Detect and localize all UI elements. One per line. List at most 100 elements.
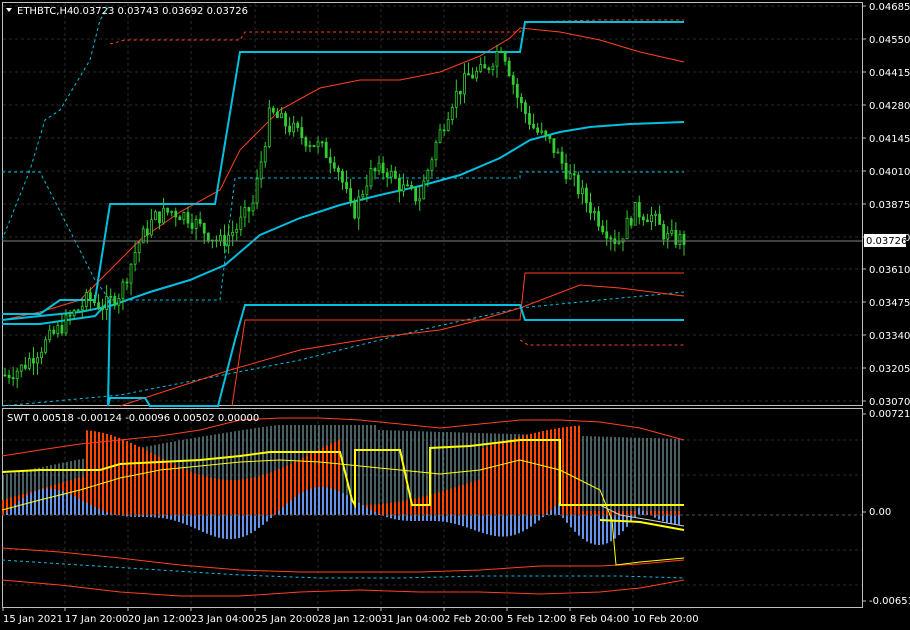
symbol-header[interactable]: ETHBTC,H4 0.03723 0.03743 0.03692 0.0372… (6, 6, 248, 17)
candle-body (64, 314, 68, 334)
candle-body (650, 214, 653, 223)
candle-body (532, 123, 535, 129)
candle-body (206, 232, 210, 242)
candle-body (23, 364, 27, 369)
candle-body (646, 219, 649, 223)
candle-body (357, 196, 361, 219)
candle-body (503, 51, 507, 62)
candle-body (11, 377, 15, 380)
symbol-label: ETHBTC,H4 (17, 6, 73, 17)
candle-body (487, 67, 491, 70)
candle-body (597, 211, 601, 227)
candle-body (219, 235, 222, 242)
indicator-axis: 0.00721 0.00 -0.00651 (862, 409, 910, 607)
candle-body (560, 151, 564, 164)
candle-body (430, 159, 434, 171)
candle-body (178, 216, 182, 221)
candle-body (519, 96, 523, 104)
candle-body (373, 168, 377, 172)
time-tick-label: 25 Jan 20:00 (255, 614, 318, 625)
candle-body (641, 216, 645, 221)
candle-body (511, 75, 515, 85)
candle-body (243, 207, 247, 218)
candle-body (662, 224, 666, 240)
candle-body (202, 223, 206, 234)
candle-body (434, 141, 438, 161)
time-tick-label: 2 Feb 20:00 (444, 614, 503, 625)
candle-body (56, 324, 60, 334)
candle-body (271, 107, 275, 113)
time-tick-label: 17 Jan 20:00 (65, 614, 128, 625)
candle-body (19, 364, 23, 372)
candle-body (276, 111, 279, 119)
candle-body (446, 119, 450, 131)
price-tick-label: 0.04550 (869, 35, 910, 46)
candle-body (3, 374, 7, 377)
candle-body (601, 225, 605, 233)
candle-body (80, 305, 84, 311)
indicator-label: SWT 0.00518 -0.00124 -0.00096 0.00502 0.… (7, 413, 259, 424)
candle-body (93, 299, 96, 304)
candle-body (593, 211, 596, 214)
time-tick-label: 10 Feb 20:00 (633, 614, 699, 625)
trading-chart[interactable]: ETHBTC,H4 0.03723 0.03743 0.03692 0.0372… (0, 0, 910, 630)
price-tick-label: 0.03340 (869, 331, 910, 342)
candle-body (491, 65, 495, 70)
candle-body (332, 162, 336, 169)
candle-body (633, 202, 637, 226)
candle-body (385, 172, 389, 178)
candle-body (471, 74, 474, 79)
candle-body (288, 125, 292, 133)
candle-body (109, 295, 113, 298)
time-tick-label: 5 Feb 12:00 (507, 614, 566, 625)
price-tick-label: 0.04685 (869, 2, 910, 13)
current-price-marker: 0.03726 (864, 234, 907, 247)
candle-body (609, 237, 613, 240)
candle-body (162, 207, 165, 224)
candle-body (7, 374, 11, 379)
candle-body (483, 64, 487, 69)
candle-body (617, 241, 621, 245)
candle-body (418, 198, 422, 202)
candle-body (52, 329, 56, 334)
indicator-tick-label: 0.00 (869, 507, 891, 518)
candle-body (296, 122, 300, 128)
candle-body (32, 358, 35, 364)
candle-body (328, 157, 332, 164)
candle-body (255, 178, 259, 204)
price-tick-label: 0.03875 (869, 200, 910, 211)
candle-body (48, 329, 52, 341)
candle-body (60, 324, 64, 334)
candle-body (426, 169, 430, 182)
time-tick-label: 23 Jan 04:00 (191, 614, 254, 625)
candle-body (312, 145, 316, 147)
candle-body (263, 146, 267, 163)
candle-body (678, 234, 682, 245)
candle-body (15, 370, 19, 380)
candle-body (68, 314, 72, 317)
candle-body (133, 252, 137, 265)
candle-body (670, 229, 674, 234)
candle-body (682, 234, 686, 245)
candle-body (345, 181, 348, 190)
candle-body (406, 184, 409, 187)
indicator-tick-label: 0.00721 (869, 409, 910, 420)
candle-body (637, 202, 641, 218)
candle-body (654, 213, 657, 216)
candle-body (629, 217, 633, 226)
price-tick-label: 0.03475 (869, 298, 910, 309)
candle-body (292, 122, 296, 133)
candle-body (524, 102, 527, 114)
candle-body (475, 70, 479, 79)
candle-body (267, 107, 271, 147)
candle-body (454, 90, 458, 108)
candle-body (259, 161, 263, 180)
candle-body (105, 295, 109, 310)
candle-body (198, 219, 202, 224)
time-tick-label: 8 Feb 04:00 (570, 614, 629, 625)
candle-body (349, 188, 352, 202)
candle-body (556, 151, 560, 154)
candle-body (381, 162, 385, 174)
candle-body (495, 50, 499, 67)
candle-body (247, 207, 251, 212)
